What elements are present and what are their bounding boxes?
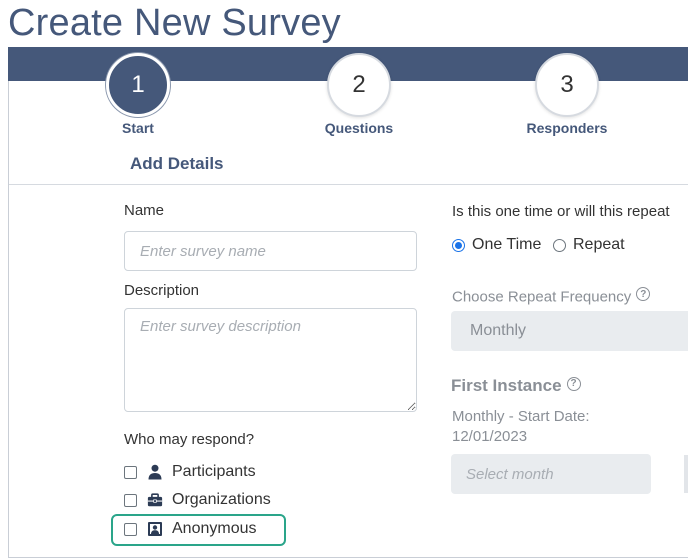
section-title: Add Details bbox=[130, 154, 224, 173]
respond-option-organizations[interactable]: Organizations bbox=[124, 491, 271, 509]
section-divider bbox=[9, 184, 688, 185]
step-circle: 3 bbox=[535, 53, 599, 117]
person-icon bbox=[147, 464, 163, 480]
help-icon[interactable]: ? bbox=[636, 287, 651, 301]
respond-option-anonymous[interactable]: Anonymous bbox=[124, 520, 257, 538]
start-date-label: Monthly - Start Date: bbox=[452, 408, 590, 425]
repeat-label: Repeat bbox=[573, 236, 625, 253]
briefcase-icon bbox=[147, 492, 163, 508]
frequency-label-row: Choose Repeat Frequency? bbox=[452, 287, 651, 306]
survey-description-textarea[interactable] bbox=[124, 308, 417, 412]
step-circle: 2 bbox=[327, 53, 391, 117]
month-select[interactable]: Select month bbox=[451, 454, 651, 494]
step-questions[interactable]: 2 Questions bbox=[299, 53, 419, 136]
start-date-value: 12/01/2023 bbox=[452, 428, 528, 445]
repeat-question: Is this one time or will this repeat bbox=[452, 203, 670, 220]
repeat-radio[interactable] bbox=[553, 238, 566, 252]
anonymous-checkbox[interactable] bbox=[124, 522, 137, 536]
repeat-frequency-select[interactable]: Monthly bbox=[451, 311, 688, 351]
step-label: Questions bbox=[324, 120, 394, 136]
page-title: Create New Survey bbox=[8, 2, 341, 44]
survey-name-input[interactable] bbox=[124, 231, 417, 271]
step-start[interactable]: 1 Start bbox=[78, 53, 198, 136]
participants-checkbox[interactable] bbox=[124, 465, 137, 479]
organizations-checkbox[interactable] bbox=[124, 493, 137, 507]
one-time-radio[interactable] bbox=[452, 238, 465, 252]
first-instance-title-row: First Instance? bbox=[451, 376, 581, 396]
repeat-option[interactable]: Repeat bbox=[553, 236, 625, 254]
one-time-option[interactable]: One Time bbox=[452, 236, 541, 254]
step-label: Responders bbox=[526, 120, 608, 136]
frequency-label: Choose Repeat Frequency bbox=[452, 288, 632, 306]
step-responders[interactable]: 3 Responders bbox=[507, 53, 627, 136]
id-badge-icon bbox=[147, 521, 163, 537]
right-edge-field bbox=[684, 455, 688, 493]
one-time-label: One Time bbox=[472, 236, 542, 253]
respond-label: Who may respond? bbox=[124, 431, 255, 448]
name-label: Name bbox=[124, 202, 165, 219]
participants-label: Participants bbox=[172, 463, 256, 480]
first-instance-title: First Instance bbox=[451, 376, 562, 395]
anonymous-label: Anonymous bbox=[172, 520, 257, 537]
help-icon[interactable]: ? bbox=[566, 376, 581, 391]
step-label: Start bbox=[122, 120, 154, 136]
step-circle: 1 bbox=[106, 53, 170, 117]
organizations-label: Organizations bbox=[172, 491, 271, 508]
description-label: Description bbox=[124, 282, 200, 299]
respond-option-participants[interactable]: Participants bbox=[124, 463, 256, 481]
